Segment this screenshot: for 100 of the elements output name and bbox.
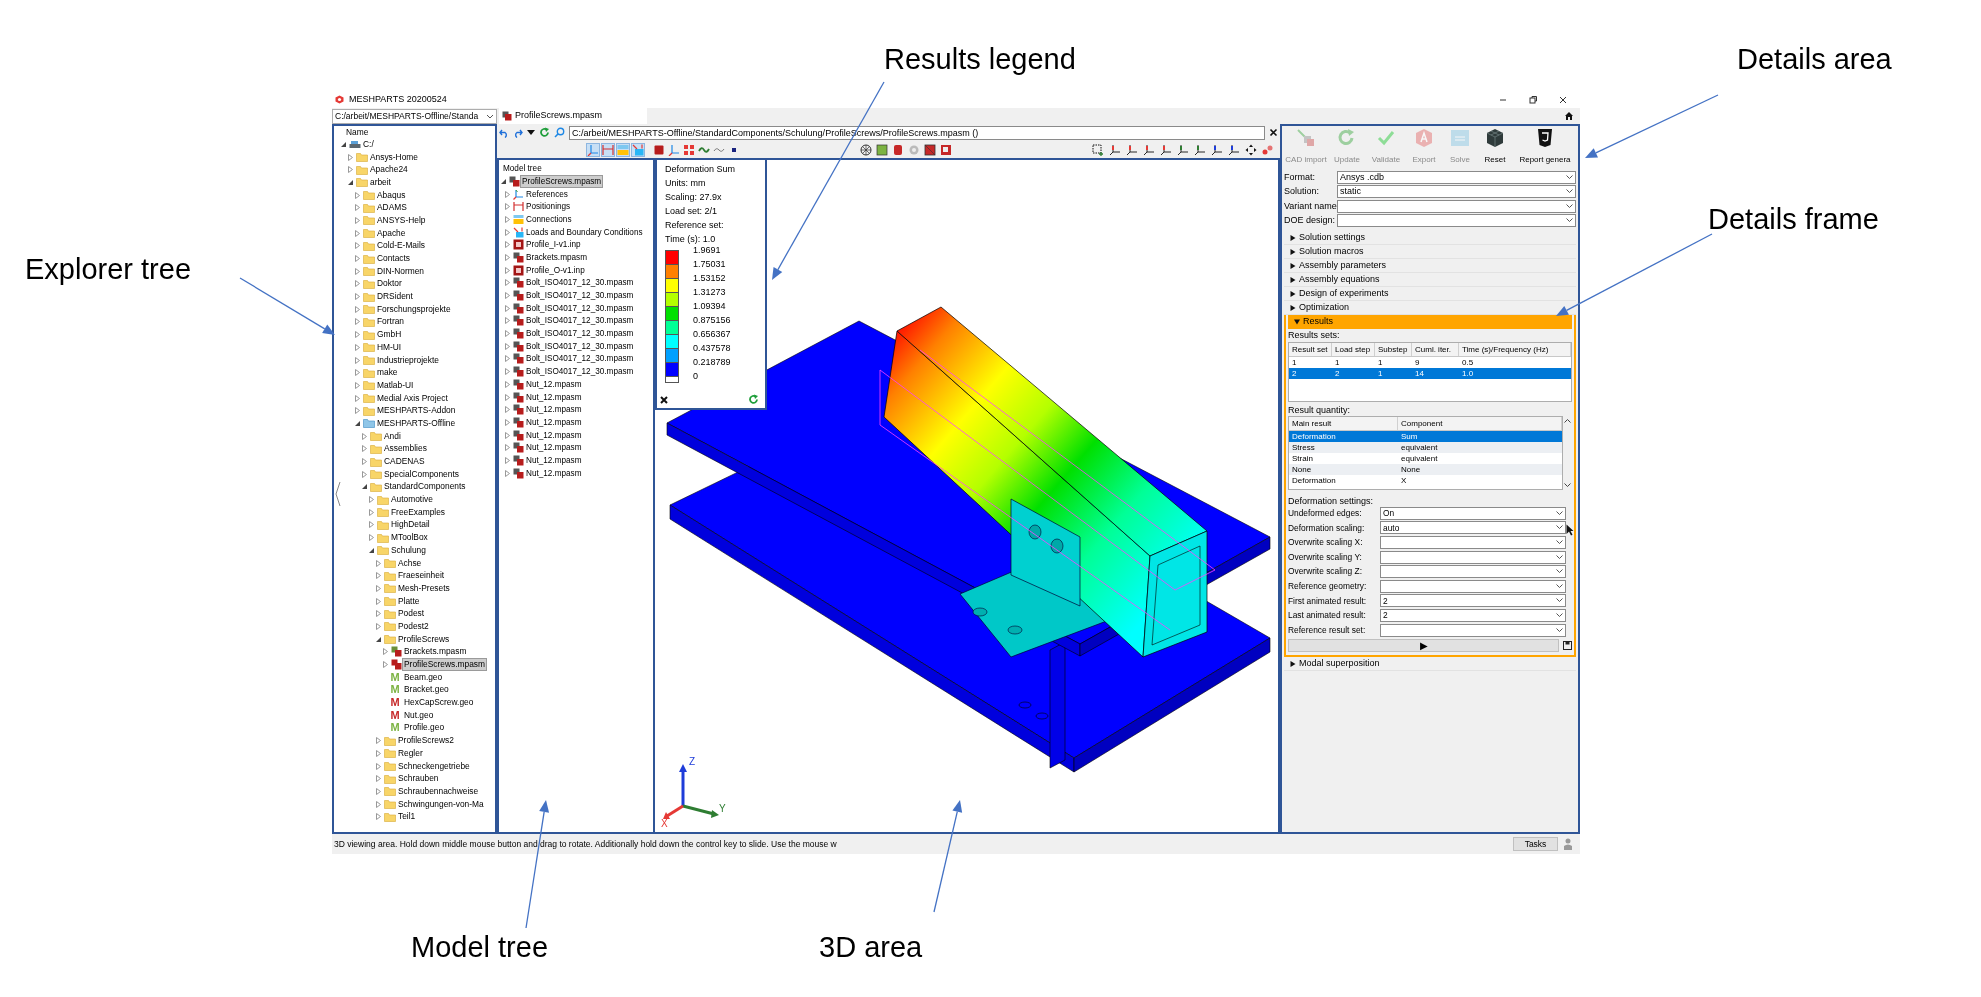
tree-item[interactable]: Loads and Boundary Conditions: [525, 226, 644, 238]
collapse-handle-icon[interactable]: [335, 481, 341, 507]
tree-item[interactable]: Bolt_ISO4017_12_30.mpasm: [525, 315, 635, 327]
tree-item[interactable]: StandardComponents: [383, 481, 467, 493]
tree-item[interactable]: Apache24: [369, 164, 409, 176]
tree-item[interactable]: Profile_I-v1.inp: [525, 239, 582, 251]
tree-item[interactable]: MESHPARTS-Offline: [376, 417, 457, 429]
tree-item[interactable]: Schrauben: [397, 773, 440, 785]
search-icon[interactable]: [554, 127, 565, 138]
redo-icon[interactable]: [513, 127, 523, 138]
cube-icon[interactable]: [892, 143, 904, 156]
axis-icon[interactable]: [1126, 143, 1138, 156]
tree-item[interactable]: Schulung: [390, 544, 427, 556]
tree-item[interactable]: Apache: [376, 227, 407, 239]
tree-item[interactable]: Doktor: [376, 278, 403, 290]
axis-icon[interactable]: [1160, 143, 1172, 156]
connection-icon[interactable]: [617, 143, 629, 156]
tree-item[interactable]: Forschungsprojekte: [376, 303, 452, 315]
nodes-icon[interactable]: [1262, 143, 1274, 156]
tree-item[interactable]: ProfileScrews.mpasm: [521, 175, 603, 187]
tree-item[interactable]: Abaqus: [376, 189, 407, 201]
tree-item[interactable]: Bolt_ISO4017_12_30.mpasm: [525, 302, 635, 314]
tree-item[interactable]: Profile_O-v1.inp: [525, 264, 586, 276]
tree-item[interactable]: HM-UI: [376, 341, 403, 353]
tree-item[interactable]: Platte: [397, 595, 421, 607]
tree-item[interactable]: HighDetail: [390, 519, 431, 531]
axes-icon[interactable]: [587, 143, 599, 156]
dropdown-field[interactable]: [1380, 623, 1566, 637]
table-row[interactable]: None None: [1289, 464, 1562, 475]
tree-item[interactable]: Nut_12.mpasm: [525, 467, 583, 479]
tree-item[interactable]: Regler: [397, 747, 424, 759]
undo-icon[interactable]: [499, 127, 509, 138]
refresh-icon[interactable]: [539, 127, 550, 138]
tree-item[interactable]: Matlab-UI: [376, 379, 415, 391]
column-header[interactable]: Result set: [1289, 343, 1332, 356]
dropdown-field[interactable]: auto: [1380, 521, 1566, 535]
tree-item[interactable]: Schraubennachweise: [397, 785, 480, 797]
path-dropdown[interactable]: C:/arbeit/MESHPARTS-Offline/Standa: [332, 109, 497, 124]
tree-item[interactable]: Nut_12.mpasm: [525, 391, 583, 403]
tree-item[interactable]: Brackets.mpasm: [403, 646, 468, 658]
tree-item[interactable]: Positionings: [525, 201, 572, 213]
tree-item[interactable]: Nut.geo: [403, 709, 435, 721]
dropdown-field[interactable]: 2: [1380, 608, 1566, 622]
restore-icon[interactable]: [1528, 94, 1538, 105]
tree-item[interactable]: Podest: [397, 608, 426, 620]
column-header[interactable]: Time (s)/Frequency (Hz): [1459, 343, 1571, 356]
save-icon[interactable]: [1563, 641, 1572, 651]
cube-icon[interactable]: [1485, 128, 1505, 148]
dropdown-field[interactable]: Ansys .cdb: [1337, 170, 1576, 184]
selection-box-icon[interactable]: [1092, 143, 1104, 156]
dropdown-field[interactable]: [1380, 550, 1566, 564]
expander-icon[interactable]: [340, 140, 347, 148]
tree-item[interactable]: Podest2: [397, 620, 430, 632]
dropdown-field[interactable]: [1380, 565, 1566, 579]
axes-icon[interactable]: [668, 143, 680, 156]
tree-item[interactable]: Cold-E-Mails: [376, 240, 426, 252]
tree-item[interactable]: Profile.geo: [403, 722, 446, 734]
tree-item[interactable]: Bolt_ISO4017_12_30.mpasm: [525, 353, 635, 365]
cube-icon[interactable]: [940, 143, 952, 156]
dropdown-field[interactable]: [1380, 579, 1566, 593]
table-row[interactable]: Stress equivalent: [1289, 442, 1562, 453]
table-row[interactable]: Deformation Sum: [1289, 431, 1562, 442]
tree-item[interactable]: Teil1: [397, 811, 417, 823]
tree-item[interactable]: Nut_12.mpasm: [525, 442, 583, 454]
tree-item[interactable]: References: [525, 188, 569, 200]
tree-item[interactable]: Andi: [383, 430, 402, 442]
tree-item[interactable]: Connections: [525, 213, 573, 225]
document-tab[interactable]: ProfileScrews.mpasm: [499, 108, 647, 124]
section-header[interactable]: Solution macros: [1284, 245, 1576, 259]
tree-item[interactable]: C:/: [362, 138, 375, 150]
cube-icon[interactable]: [924, 143, 936, 156]
axis-icon[interactable]: [1194, 143, 1206, 156]
expander-icon[interactable]: [500, 177, 507, 185]
column-header[interactable]: Substep: [1375, 343, 1412, 356]
tree-item[interactable]: ADAMS: [376, 202, 408, 214]
tree-item[interactable]: make: [376, 367, 399, 379]
play-button[interactable]: ▶: [1288, 639, 1559, 653]
grid-icon[interactable]: [683, 143, 695, 156]
load-icon[interactable]: [632, 143, 644, 156]
tree-item[interactable]: Bolt_ISO4017_12_30.mpasm: [525, 290, 635, 302]
home-icon[interactable]: [1564, 111, 1574, 121]
tree-item[interactable]: Industrieprojekte: [376, 354, 440, 366]
tree-item[interactable]: Automotive: [390, 494, 434, 506]
viewport-3d[interactable]: Deformation Sum Units: mm Scaling: 27.9x Load set: 2/1 Reference set: Time (s): 1.0 1.9691 1.75031 1.53152 1.31273 1.09394 0.875156 0.656367 0.437578 0.218789 0 Z Y X: [655, 160, 1280, 834]
close-icon[interactable]: [660, 395, 668, 404]
cube-icon[interactable]: [653, 143, 665, 156]
tree-item[interactable]: ProfileScrews: [397, 633, 451, 645]
cube-icon[interactable]: [876, 143, 888, 156]
dropdown-field[interactable]: static: [1337, 185, 1576, 199]
dimension-icon[interactable]: [602, 143, 614, 156]
tasks-button[interactable]: Tasks: [1513, 837, 1558, 851]
tree-item[interactable]: FreeExamples: [390, 506, 446, 518]
axis-icon[interactable]: [1177, 143, 1189, 156]
path-field[interactable]: C:/arbeit/MESHPARTS-Offline/StandardComponents/Schulung/ProfileScrews/ProfileScrews.mpasm (): [569, 125, 1265, 140]
tree-item[interactable]: CADENAS: [383, 456, 426, 468]
column-header[interactable]: Cuml. iter.: [1412, 343, 1459, 356]
tree-item[interactable]: MESHPARTS-Addon: [376, 405, 457, 417]
tree-item[interactable]: Ansys-Home: [369, 151, 419, 163]
tree-item[interactable]: GmbH: [376, 329, 403, 341]
tree-item[interactable]: Bolt_ISO4017_12_30.mpasm: [525, 277, 635, 289]
